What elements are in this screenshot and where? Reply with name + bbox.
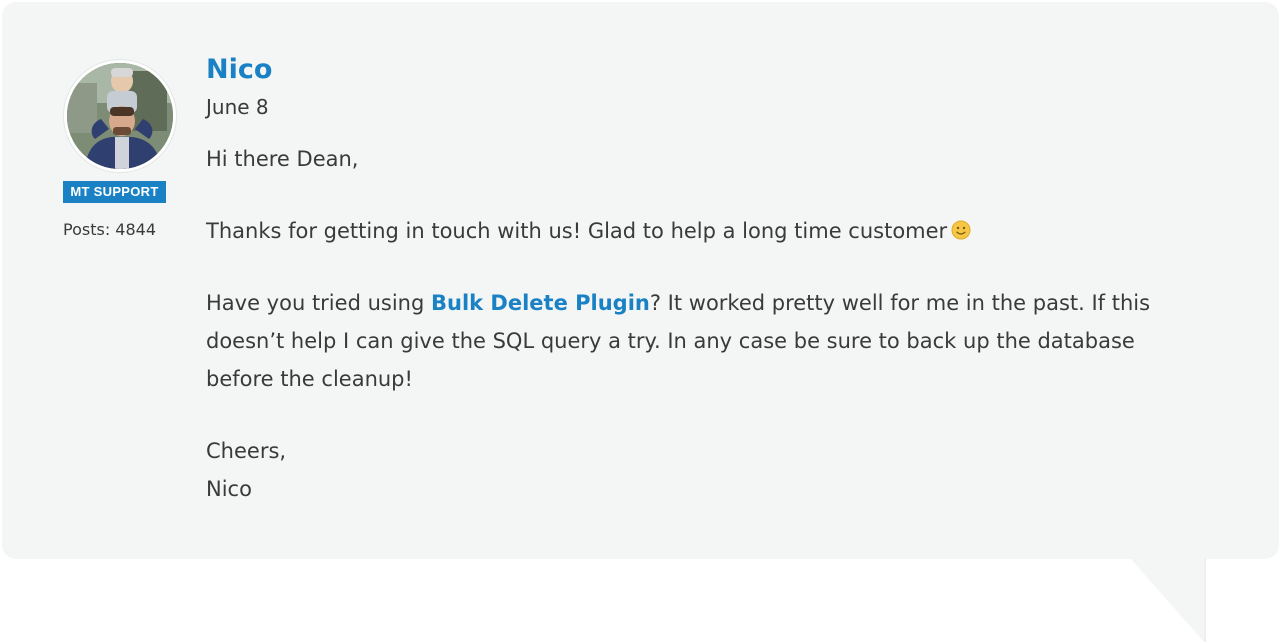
- bubble-tail: [1130, 558, 1204, 642]
- posts-count: Posts: 4844: [63, 220, 157, 239]
- support-badge: MT SUPPORT: [63, 181, 166, 203]
- suggestion-line-3: before the cleanup!: [206, 367, 413, 391]
- bulk-delete-plugin-link[interactable]: Bulk Delete Plugin: [431, 291, 650, 315]
- avatar[interactable]: [64, 60, 176, 172]
- avatar-photo-icon: [67, 63, 173, 169]
- bubble-tail-edge: [1204, 558, 1206, 642]
- suggestion-line-2: doesn’t help I can give the SQL query a …: [206, 329, 1135, 353]
- post-date: June 8: [206, 95, 269, 119]
- smiley-emoji-icon: [951, 214, 971, 240]
- suggestion-line-start: Have you tried using: [206, 291, 431, 315]
- author-name-link[interactable]: Nico: [206, 54, 272, 85]
- signoff-paragraph: Cheers, Nico: [206, 432, 1206, 508]
- signoff-line: Cheers,: [206, 439, 287, 463]
- greeting-line: Hi there Dean,: [206, 147, 359, 171]
- signature-line: Nico: [206, 477, 252, 501]
- suggestion-paragraph: Have you tried using Bulk Delete Plugin?…: [206, 284, 1206, 398]
- thanks-paragraph: Thanks for getting in touch with us! Gla…: [206, 212, 1206, 250]
- suggestion-line-end: ? It worked pretty well for me in the pa…: [649, 291, 1151, 315]
- thanks-line: Thanks for getting in touch with us! Gla…: [206, 219, 948, 243]
- greeting-text: Hi there Dean,: [206, 140, 1206, 178]
